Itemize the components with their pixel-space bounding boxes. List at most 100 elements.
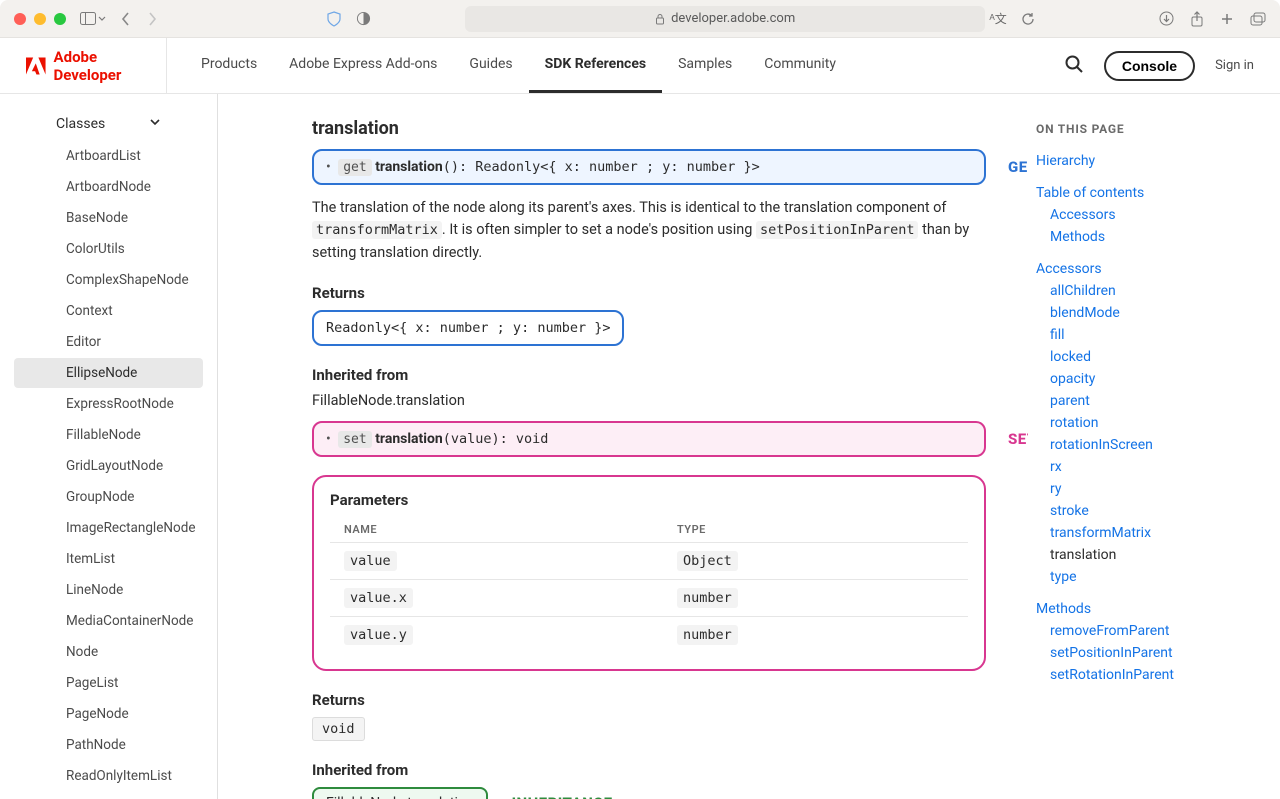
sidebar-item-readonlyitemlist[interactable]: ReadOnlyItemList <box>14 761 203 791</box>
getter-signature: • get translation(): Readonly<{ x: numbe… <box>312 149 986 185</box>
sidebar: Classes ArtboardListArtboardNodeBaseNode… <box>0 94 218 799</box>
sidebar-group-classes[interactable]: Classes <box>14 108 203 140</box>
sidebar-item-complexshapenode[interactable]: ComplexShapeNode <box>14 265 203 295</box>
signin-link[interactable]: Sign in <box>1215 58 1254 73</box>
toc-link-blendmode[interactable]: blendMode <box>1036 302 1260 324</box>
translate-icon[interactable]: ᴬ文 <box>989 10 1006 27</box>
brand-text: Adobe Developer <box>54 48 166 84</box>
setter-badge: SETTER <box>1008 430 1028 448</box>
parameters-heading: Parameters <box>330 491 968 509</box>
maximize-window-icon[interactable] <box>54 13 66 25</box>
param-col-name: NAME <box>330 517 663 543</box>
toc-link-fill[interactable]: fill <box>1036 324 1260 346</box>
inherited-heading-2: Inherited from <box>312 761 986 779</box>
nav-item-community[interactable]: Community <box>748 38 852 93</box>
sidebar-item-editor[interactable]: Editor <box>14 327 203 357</box>
shield-icon[interactable] <box>326 11 342 27</box>
section-title-translation: translation <box>312 118 986 139</box>
toc-heading: ON THIS PAGE <box>1036 122 1260 136</box>
site-header: Adobe Developer ProductsAdobe Express Ad… <box>0 38 1280 94</box>
returns-heading: Returns <box>312 284 986 302</box>
returns-heading-2: Returns <box>312 691 986 709</box>
address-bar[interactable]: developer.adobe.com <box>465 6 985 32</box>
sidebar-item-pagenode[interactable]: PageNode <box>14 699 203 729</box>
toc-link-parent[interactable]: parent <box>1036 390 1260 412</box>
sidebar-item-gridlayoutnode[interactable]: GridLayoutNode <box>14 451 203 481</box>
sidebar-list: ArtboardListArtboardNodeBaseNodeColorUti… <box>14 141 203 791</box>
back-icon[interactable] <box>120 12 132 26</box>
toc-link-setrotationinparent[interactable]: setRotationInParent <box>1036 664 1260 686</box>
toc-link-type[interactable]: type <box>1036 566 1260 588</box>
url-text: developer.adobe.com <box>671 11 795 26</box>
toc-link-rotation[interactable]: rotation <box>1036 412 1260 434</box>
sidebar-item-colorutils[interactable]: ColorUtils <box>14 234 203 264</box>
toc-link-transformmatrix[interactable]: transformMatrix <box>1036 522 1260 544</box>
toc-link-opacity[interactable]: opacity <box>1036 368 1260 390</box>
sidebar-group-label: Classes <box>56 116 105 132</box>
sidebar-item-expressrootnode[interactable]: ExpressRootNode <box>14 389 203 419</box>
sidebar-item-imagerectanglenode[interactable]: ImageRectangleNode <box>14 513 203 543</box>
sidebar-item-context[interactable]: Context <box>14 296 203 326</box>
sidebar-item-node[interactable]: Node <box>14 637 203 667</box>
primary-nav: ProductsAdobe Express Add-onsGuidesSDK R… <box>185 38 852 93</box>
download-icon[interactable] <box>1159 11 1174 27</box>
reload-icon[interactable] <box>1021 12 1035 26</box>
param-col-type: TYPE <box>663 517 968 543</box>
toc-link-stroke[interactable]: stroke <box>1036 500 1260 522</box>
sidebar-item-artboardnode[interactable]: ArtboardNode <box>14 172 203 202</box>
toc-link-rx[interactable]: rx <box>1036 456 1260 478</box>
on-this-page-toc: ON THIS PAGE HierarchyTable of contentsA… <box>1028 94 1280 799</box>
toc-link-accessors[interactable]: Accessors <box>1036 204 1260 226</box>
privacy-icon[interactable] <box>356 11 371 26</box>
nav-item-sdk-references[interactable]: SDK References <box>529 38 663 93</box>
toc-link-methods[interactable]: Methods <box>1036 598 1260 620</box>
getter-badge: GETTER <box>1008 158 1028 176</box>
sidebar-item-mediacontainernode[interactable]: MediaContainerNode <box>14 606 203 636</box>
toc-link-rotationinscreen[interactable]: rotationInScreen <box>1036 434 1260 456</box>
tabs-icon[interactable] <box>1250 11 1266 27</box>
inheritance-chip[interactable]: FillableNode.translation <box>312 787 488 799</box>
table-row: valueObject <box>330 543 968 580</box>
toc-link-ry[interactable]: ry <box>1036 478 1260 500</box>
toc-link-hierarchy[interactable]: Hierarchy <box>1036 150 1260 172</box>
toc-link-locked[interactable]: locked <box>1036 346 1260 368</box>
share-icon[interactable] <box>1190 11 1204 27</box>
console-button[interactable]: Console <box>1104 51 1195 81</box>
forward-icon[interactable] <box>146 12 158 26</box>
returns-void: void <box>312 717 365 741</box>
parameters-table: NAME TYPE valueObjectvalue.xnumbervalue.… <box>330 517 968 653</box>
minimize-window-icon[interactable] <box>34 13 46 25</box>
toc-link-translation[interactable]: translation <box>1036 544 1260 566</box>
nav-item-products[interactable]: Products <box>185 38 273 93</box>
browser-toolbar: developer.adobe.com ᴬ文 <box>0 0 1280 38</box>
close-window-icon[interactable] <box>14 13 26 25</box>
parameters-box: Parameters NAME TYPE valueObjectvalue.xn… <box>312 475 986 671</box>
sidebar-item-pagelist[interactable]: PageList <box>14 668 203 698</box>
sidebar-item-ellipsenode[interactable]: EllipseNode <box>14 358 203 388</box>
toc-link-table-of-contents[interactable]: Table of contents <box>1036 182 1260 204</box>
inherited-from-text: FillableNode.translation <box>312 392 986 409</box>
sidebar-toggle-icon[interactable] <box>80 12 106 25</box>
inherited-heading: Inherited from <box>312 366 986 384</box>
returns-signature: Readonly<{ x: number ; y: number }> <box>312 310 624 346</box>
sidebar-item-linenode[interactable]: LineNode <box>14 575 203 605</box>
sidebar-item-itemlist[interactable]: ItemList <box>14 544 203 574</box>
sidebar-item-artboardlist[interactable]: ArtboardList <box>14 141 203 171</box>
sidebar-item-fillablenode[interactable]: FillableNode <box>14 420 203 450</box>
sidebar-item-groupnode[interactable]: GroupNode <box>14 482 203 512</box>
brand-logo[interactable]: Adobe Developer <box>26 48 166 84</box>
toc-link-accessors[interactable]: Accessors <box>1036 258 1260 280</box>
nav-item-samples[interactable]: Samples <box>662 38 748 93</box>
nav-item-guides[interactable]: Guides <box>453 38 528 93</box>
toc-link-methods[interactable]: Methods <box>1036 226 1260 248</box>
toc-link-allchildren[interactable]: allChildren <box>1036 280 1260 302</box>
nav-item-adobe-express-add-ons[interactable]: Adobe Express Add-ons <box>273 38 453 93</box>
sidebar-item-basenode[interactable]: BaseNode <box>14 203 203 233</box>
search-icon[interactable] <box>1064 54 1084 78</box>
new-tab-icon[interactable] <box>1220 11 1234 27</box>
toc-link-setpositioninparent[interactable]: setPositionInParent <box>1036 642 1260 664</box>
sidebar-item-pathnode[interactable]: PathNode <box>14 730 203 760</box>
toc-link-removefromparent[interactable]: removeFromParent <box>1036 620 1260 642</box>
main-content: translation • get translation(): Readonl… <box>218 94 1028 799</box>
inheritance-badge: INHERITANCE <box>512 794 613 799</box>
